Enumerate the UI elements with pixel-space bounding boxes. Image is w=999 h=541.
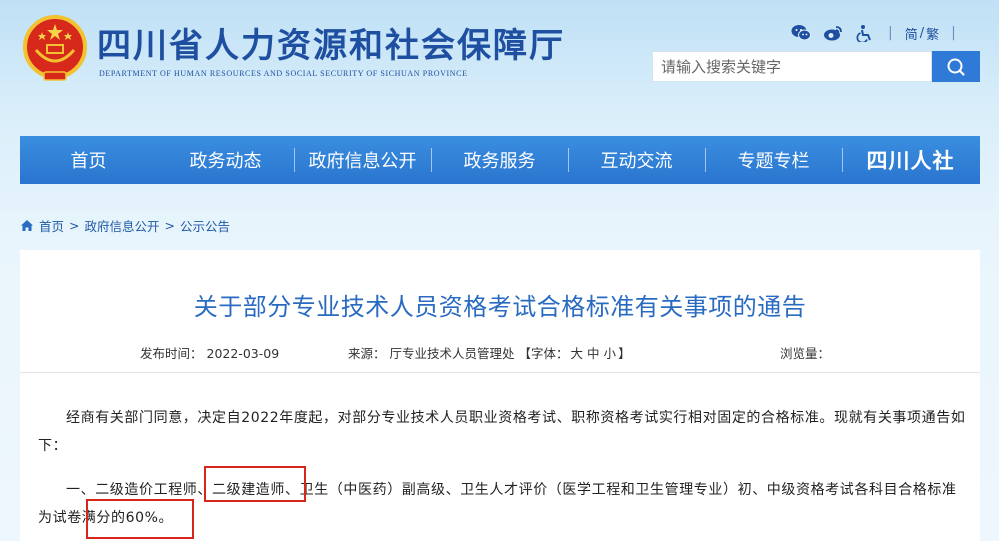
highlight-box: [204, 466, 306, 502]
breadcrumb-separator: >: [164, 217, 175, 233]
source-label: 来源：: [348, 346, 386, 361]
lang-simplified-link[interactable]: 简: [905, 24, 918, 43]
tools-separator-end: |: [951, 25, 956, 41]
breadcrumb-home-link[interactable]: 首页: [39, 216, 64, 235]
tools-separator: |: [888, 25, 893, 41]
font-close: 】: [618, 346, 631, 361]
nav-item-home[interactable]: 首页: [20, 136, 157, 184]
font-size-medium[interactable]: 中: [587, 346, 600, 361]
lang-separator: /: [919, 25, 925, 41]
font-label: 【字体：: [518, 346, 569, 361]
source-info: 来源： 厅专业技术人员管理处 【字体：大中小】: [348, 343, 631, 362]
main-nav: 首页 政务动态 政府信息公开 政务服务 互动交流 专题专栏 四川人社: [20, 136, 980, 184]
search-button[interactable]: [932, 51, 980, 82]
accessibility-icon[interactable]: [854, 23, 876, 43]
views-label: 浏览量：: [780, 346, 831, 361]
meta-divider: [20, 372, 980, 373]
weibo-icon[interactable]: [822, 23, 844, 43]
breadcrumb-gov-info-link[interactable]: 政府信息公开: [85, 216, 160, 235]
site-subtitle: DEPARTMENT OF HUMAN RESOURCES AND SOCIAL…: [99, 69, 468, 78]
national-emblem-icon: [23, 15, 87, 81]
article-meta: 发布时间： 2022-03-09 来源： 厅专业技术人员管理处 【字体：大中小】…: [20, 343, 980, 361]
home-icon: [21, 219, 33, 231]
publish-label: 发布时间：: [140, 346, 203, 361]
wechat-icon[interactable]: [790, 23, 812, 43]
nav-item-topics[interactable]: 专题专栏: [705, 136, 842, 184]
nav-item-news[interactable]: 政务动态: [157, 136, 294, 184]
source-value: 厅专业技术人员管理处: [389, 346, 515, 361]
font-size-large[interactable]: 大: [571, 346, 584, 361]
breadcrumb: 首页 > 政府信息公开 > 公示公告: [20, 216, 230, 234]
nav-item-services[interactable]: 政务服务: [431, 136, 568, 184]
article-title: 关于部分专业技术人员资格考试合格标准有关事项的通告: [193, 293, 807, 321]
article-paragraph: 经商有关部门同意，决定自2022年度起，对部分专业技术人员职业资格考试、职称资格…: [38, 410, 966, 454]
font-size-small[interactable]: 小: [604, 346, 617, 361]
lang-traditional-link[interactable]: 繁: [926, 24, 939, 43]
site-title: 四川省人力资源和社会保障厅: [97, 26, 565, 66]
nav-sichuan-hr-logo[interactable]: 四川人社: [842, 136, 979, 184]
breadcrumb-announcement-link[interactable]: 公示公告: [180, 216, 230, 235]
article-panel: 关于部分专业技术人员资格考试合格标准有关事项的通告 发布时间： 2022-03-…: [20, 250, 980, 541]
highlight-box: [86, 499, 194, 539]
search-icon: [947, 58, 965, 76]
font-size-control: 【字体：大中小】: [519, 346, 631, 361]
nav-item-gov-info[interactable]: 政府信息公开: [294, 136, 431, 184]
nav-item-interaction[interactable]: 互动交流: [568, 136, 705, 184]
publish-info: 发布时间： 2022-03-09: [140, 343, 279, 362]
publish-date: 2022-03-09: [206, 346, 280, 361]
search-input[interactable]: [652, 51, 932, 82]
breadcrumb-separator: >: [69, 217, 80, 233]
top-tools: | 简 / 繁 |: [790, 22, 958, 44]
